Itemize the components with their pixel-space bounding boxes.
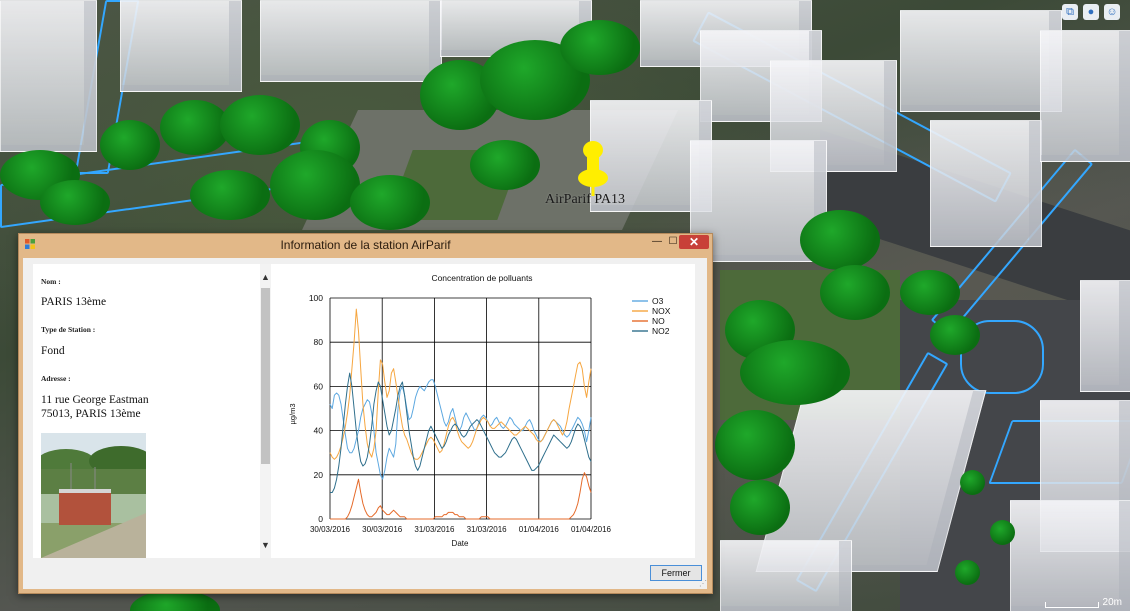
map-scale: 20m: [1044, 597, 1122, 608]
scale-bar: [1044, 602, 1099, 608]
series-line-no: [330, 472, 592, 520]
x-tick-label: 30/03/2016: [362, 525, 403, 534]
y-tick-label: 60: [314, 381, 324, 391]
pin-label: AirParif PA13: [545, 192, 625, 207]
map-building: [1080, 280, 1130, 392]
scroll-down-icon[interactable]: ▼: [260, 540, 271, 550]
y-tick-label: 40: [314, 426, 324, 436]
chart-y-axis-label: µg/m3: [288, 404, 297, 425]
legend-label-no2: NO2: [652, 326, 670, 336]
resize-grip[interactable]: ⋰: [699, 579, 707, 588]
map-tree: [715, 410, 795, 480]
station-info-dialog: Information de la station AirParif — ☐ ✕…: [18, 233, 713, 594]
dialog-titlebar[interactable]: Information de la station AirParif — ☐ ✕: [19, 234, 712, 254]
map-building: [1040, 30, 1130, 162]
pedestrian-icon[interactable]: ☺: [1104, 4, 1120, 20]
map-tree: [220, 95, 300, 155]
map-building: [120, 0, 242, 92]
address-line-1: 11 rue George Eastman: [41, 394, 149, 406]
y-tick-label: 20: [314, 470, 324, 480]
map-tree: [350, 175, 430, 230]
station-info-panel: Nom : PARIS 13ème Type de Station : Fond…: [33, 264, 271, 558]
map-tree: [740, 340, 850, 405]
y-tick-label: 80: [314, 337, 324, 347]
scroll-up-icon[interactable]: ▲: [260, 272, 271, 282]
dialog-client-area: Nom : PARIS 13ème Type de Station : Fond…: [23, 258, 707, 589]
series-line-o3: [329, 379, 592, 480]
map-tree: [900, 270, 960, 315]
station-pin-icon[interactable]: [576, 140, 610, 198]
station-type: Fond: [41, 345, 65, 357]
map-tree: [470, 140, 540, 190]
info-scrollbar[interactable]: ▲ ▼: [260, 264, 271, 558]
scroll-thumb[interactable]: [261, 288, 270, 464]
address-line-2: 75013, PARIS 13ème: [41, 408, 141, 420]
map-building: [1010, 500, 1130, 611]
map-tree: [730, 480, 790, 535]
pollutant-chart: Concentration de polluants µg/m3 Date 0 2…: [288, 273, 671, 548]
chart-x-axis-label: Date: [452, 539, 469, 548]
globe-icon[interactable]: ●: [1083, 4, 1099, 20]
map-tree: [960, 470, 985, 495]
map-tree: [560, 20, 640, 75]
map-tree: [40, 180, 110, 225]
x-tick-label: 01/04/2016: [519, 525, 560, 534]
map-building: [930, 120, 1042, 247]
chart-series: [329, 308, 592, 520]
map-tools-icon[interactable]: ⧉: [1062, 4, 1078, 20]
station-photo: [41, 433, 146, 558]
map-building: [900, 10, 1062, 112]
legend-label-no: NO: [652, 316, 665, 326]
map-tree: [990, 520, 1015, 545]
map-tree: [955, 560, 980, 585]
map-tree: [820, 265, 890, 320]
address-label: Adresse :: [41, 374, 71, 383]
series-line-nox: [329, 308, 592, 460]
scale-label: 20m: [1102, 597, 1122, 608]
chart-title: Concentration de polluants: [431, 273, 532, 283]
close-icon[interactable]: ✕: [679, 235, 709, 249]
y-tick-label: 0: [318, 514, 323, 524]
station-name: PARIS 13ème: [41, 296, 107, 308]
legend-label-o3: O3: [652, 296, 664, 306]
map-tree: [930, 315, 980, 355]
map-controls: ⧉ ● ☺: [1062, 4, 1120, 20]
type-label: Type de Station :: [41, 325, 96, 334]
map-building: [260, 0, 442, 82]
x-tick-label: 31/03/2016: [467, 525, 508, 534]
pollutant-chart-panel: Concentration de polluants µg/m3 Date 0 2…: [271, 264, 695, 558]
minimize-icon[interactable]: —: [649, 235, 665, 249]
y-tick-label: 100: [309, 293, 323, 303]
x-tick-label: 31/03/2016: [414, 525, 455, 534]
chart-grid: [329, 297, 592, 520]
map-building: [0, 0, 97, 152]
map-tree: [100, 120, 160, 170]
map-tree: [800, 210, 880, 270]
map-tree: [270, 150, 360, 220]
x-tick-label: 01/04/2016: [571, 525, 612, 534]
dialog-title: Information de la station AirParif: [280, 238, 451, 252]
map-building: [720, 540, 852, 611]
close-button[interactable]: Fermer: [650, 565, 702, 581]
legend-label-nox: NOX: [652, 306, 671, 316]
x-tick-label: 30/03/2016: [310, 525, 351, 534]
name-label: Nom :: [41, 277, 61, 286]
map-tree: [190, 170, 270, 220]
chart-legend: O3NOXNONO2: [632, 296, 671, 336]
